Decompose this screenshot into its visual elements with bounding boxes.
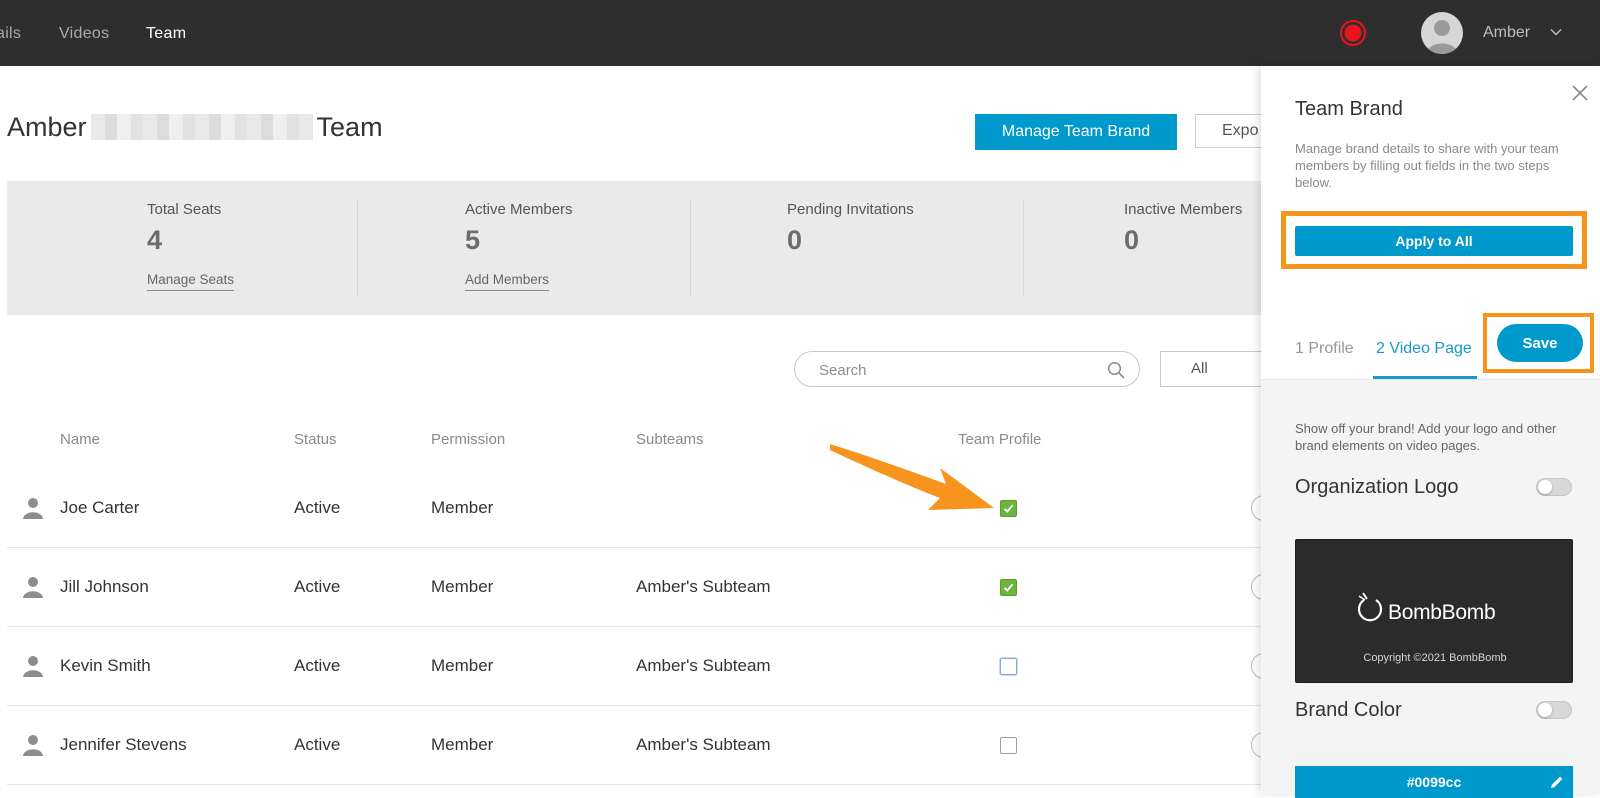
member-permission[interactable]: Member: [431, 498, 493, 518]
bombbomb-logo-icon: [1357, 592, 1383, 622]
member-name[interactable]: Jennifer Stevens: [60, 735, 187, 755]
user-name[interactable]: Amber: [1483, 24, 1530, 42]
team-brand-panel: Team Brand Manage brand details to share…: [1261, 66, 1600, 798]
member-subteam: Amber's Subteam: [636, 656, 771, 675]
table-row[interactable]: Kevin Smith Active Member Amber's Subtea…: [7, 627, 1277, 706]
stat-label: Inactive Members: [1124, 201, 1243, 218]
table-row[interactable]: Jill Johnson Active Member Amber's Subte…: [7, 548, 1277, 627]
member-status: Active: [294, 498, 341, 517]
col-header-permission[interactable]: Permission: [431, 431, 505, 448]
video-page-description: Show off your brand! Add your logo and o…: [1295, 421, 1557, 453]
stat-label: Active Members: [465, 201, 573, 218]
page-title: Amber Team: [7, 112, 383, 143]
checkmark-icon: [1003, 504, 1014, 513]
page-title-prefix: Amber: [7, 112, 87, 142]
logo-brand-text: BombBomb: [1388, 601, 1496, 624]
member-status: Active: [294, 577, 341, 596]
col-header-subteams[interactable]: Subteams: [636, 431, 704, 448]
member-avatar-icon: [23, 656, 43, 677]
table-row[interactable]: Joe Carter Active Member: [7, 469, 1277, 548]
team-stats: Total Seats 4 Manage Seats Active Member…: [7, 181, 1261, 315]
add-members-link[interactable]: Add Members: [465, 272, 550, 291]
logo-copyright: Copyright ©2021 BombBomb: [1363, 652, 1507, 664]
team-profile-checkbox[interactable]: [1000, 658, 1017, 675]
record-icon[interactable]: [1340, 20, 1366, 46]
search-icon[interactable]: [1107, 361, 1125, 379]
manage-team-brand-button[interactable]: Manage Team Brand: [975, 114, 1177, 150]
manage-seats-link[interactable]: Manage Seats: [147, 272, 235, 291]
member-name[interactable]: Jill Johnson: [60, 577, 149, 597]
divider: [357, 199, 358, 297]
member-status: Active: [294, 656, 341, 675]
organization-logo-preview[interactable]: BombBomb Copyright ©2021 BombBomb: [1295, 539, 1573, 683]
team-profile-checkbox[interactable]: [1000, 737, 1017, 754]
team-profile-checkbox[interactable]: [1000, 500, 1017, 517]
panel-title: Team Brand: [1295, 98, 1403, 120]
page-title-suffix: Team: [316, 112, 383, 142]
member-name[interactable]: Kevin Smith: [60, 656, 151, 676]
brand-color-value: #0099cc: [1406, 774, 1462, 790]
pencil-icon[interactable]: [1549, 774, 1565, 790]
chevron-down-icon[interactable]: [1549, 25, 1563, 39]
divider: [690, 199, 691, 297]
nav-team[interactable]: Team: [146, 25, 186, 43]
stat-label: Pending Invitations: [787, 201, 914, 218]
member-name[interactable]: Joe Carter: [60, 498, 139, 518]
member-avatar-icon: [23, 577, 43, 598]
member-subteam: Amber's Subteam: [636, 577, 771, 596]
stat-value: 5: [465, 225, 481, 255]
stat-value: 0: [1124, 225, 1140, 255]
team-profile-checkbox[interactable]: [1000, 579, 1017, 596]
search-box: [794, 351, 1140, 387]
panel-header: Team Brand Manage brand details to share…: [1261, 66, 1600, 380]
close-icon[interactable]: [1570, 83, 1590, 103]
nav-videos[interactable]: Videos: [59, 25, 109, 43]
brand-color-swatch[interactable]: #0099cc: [1295, 766, 1573, 798]
col-header-status[interactable]: Status: [294, 431, 337, 448]
member-avatar-icon: [23, 735, 43, 756]
nav-emails[interactable]: ails: [0, 25, 21, 43]
tab-profile[interactable]: 1 Profile: [1295, 340, 1354, 358]
stat-value: 0: [787, 225, 803, 255]
member-subteam: Amber's Subteam: [636, 735, 771, 754]
tab-video-page[interactable]: 2 Video Page: [1376, 340, 1472, 358]
table-row[interactable]: Jennifer Stevens Active Member Amber's S…: [7, 706, 1277, 785]
apply-to-all-button[interactable]: Apply to All: [1295, 226, 1573, 256]
member-status: Active: [294, 735, 341, 754]
organization-logo-toggle[interactable]: [1536, 478, 1572, 496]
panel-description: Manage brand details to share with your …: [1295, 141, 1559, 190]
col-header-name[interactable]: Name: [60, 431, 100, 448]
redacted-name: [90, 114, 313, 140]
top-nav-bar: ails Videos Team Amber: [0, 0, 1600, 66]
user-avatar[interactable]: [1421, 12, 1463, 54]
checkmark-icon: [1003, 583, 1014, 592]
search-input[interactable]: [817, 359, 1101, 381]
organization-logo-title: Organization Logo: [1295, 476, 1459, 498]
stat-value: 4: [147, 225, 163, 255]
stat-label: Total Seats: [147, 201, 222, 218]
member-filter-select[interactable]: All: [1160, 351, 1270, 387]
annotation-arrow-icon: [830, 444, 994, 510]
divider: [1023, 199, 1024, 297]
member-avatar-icon: [23, 498, 43, 519]
member-permission[interactable]: Member: [431, 735, 493, 755]
member-permission[interactable]: Member: [431, 577, 493, 597]
brand-color-title: Brand Color: [1295, 699, 1402, 721]
member-permission[interactable]: Member: [431, 656, 493, 676]
user-avatar-icon: [1426, 20, 1458, 54]
brand-color-toggle[interactable]: [1536, 701, 1572, 719]
save-button[interactable]: Save: [1497, 324, 1583, 362]
